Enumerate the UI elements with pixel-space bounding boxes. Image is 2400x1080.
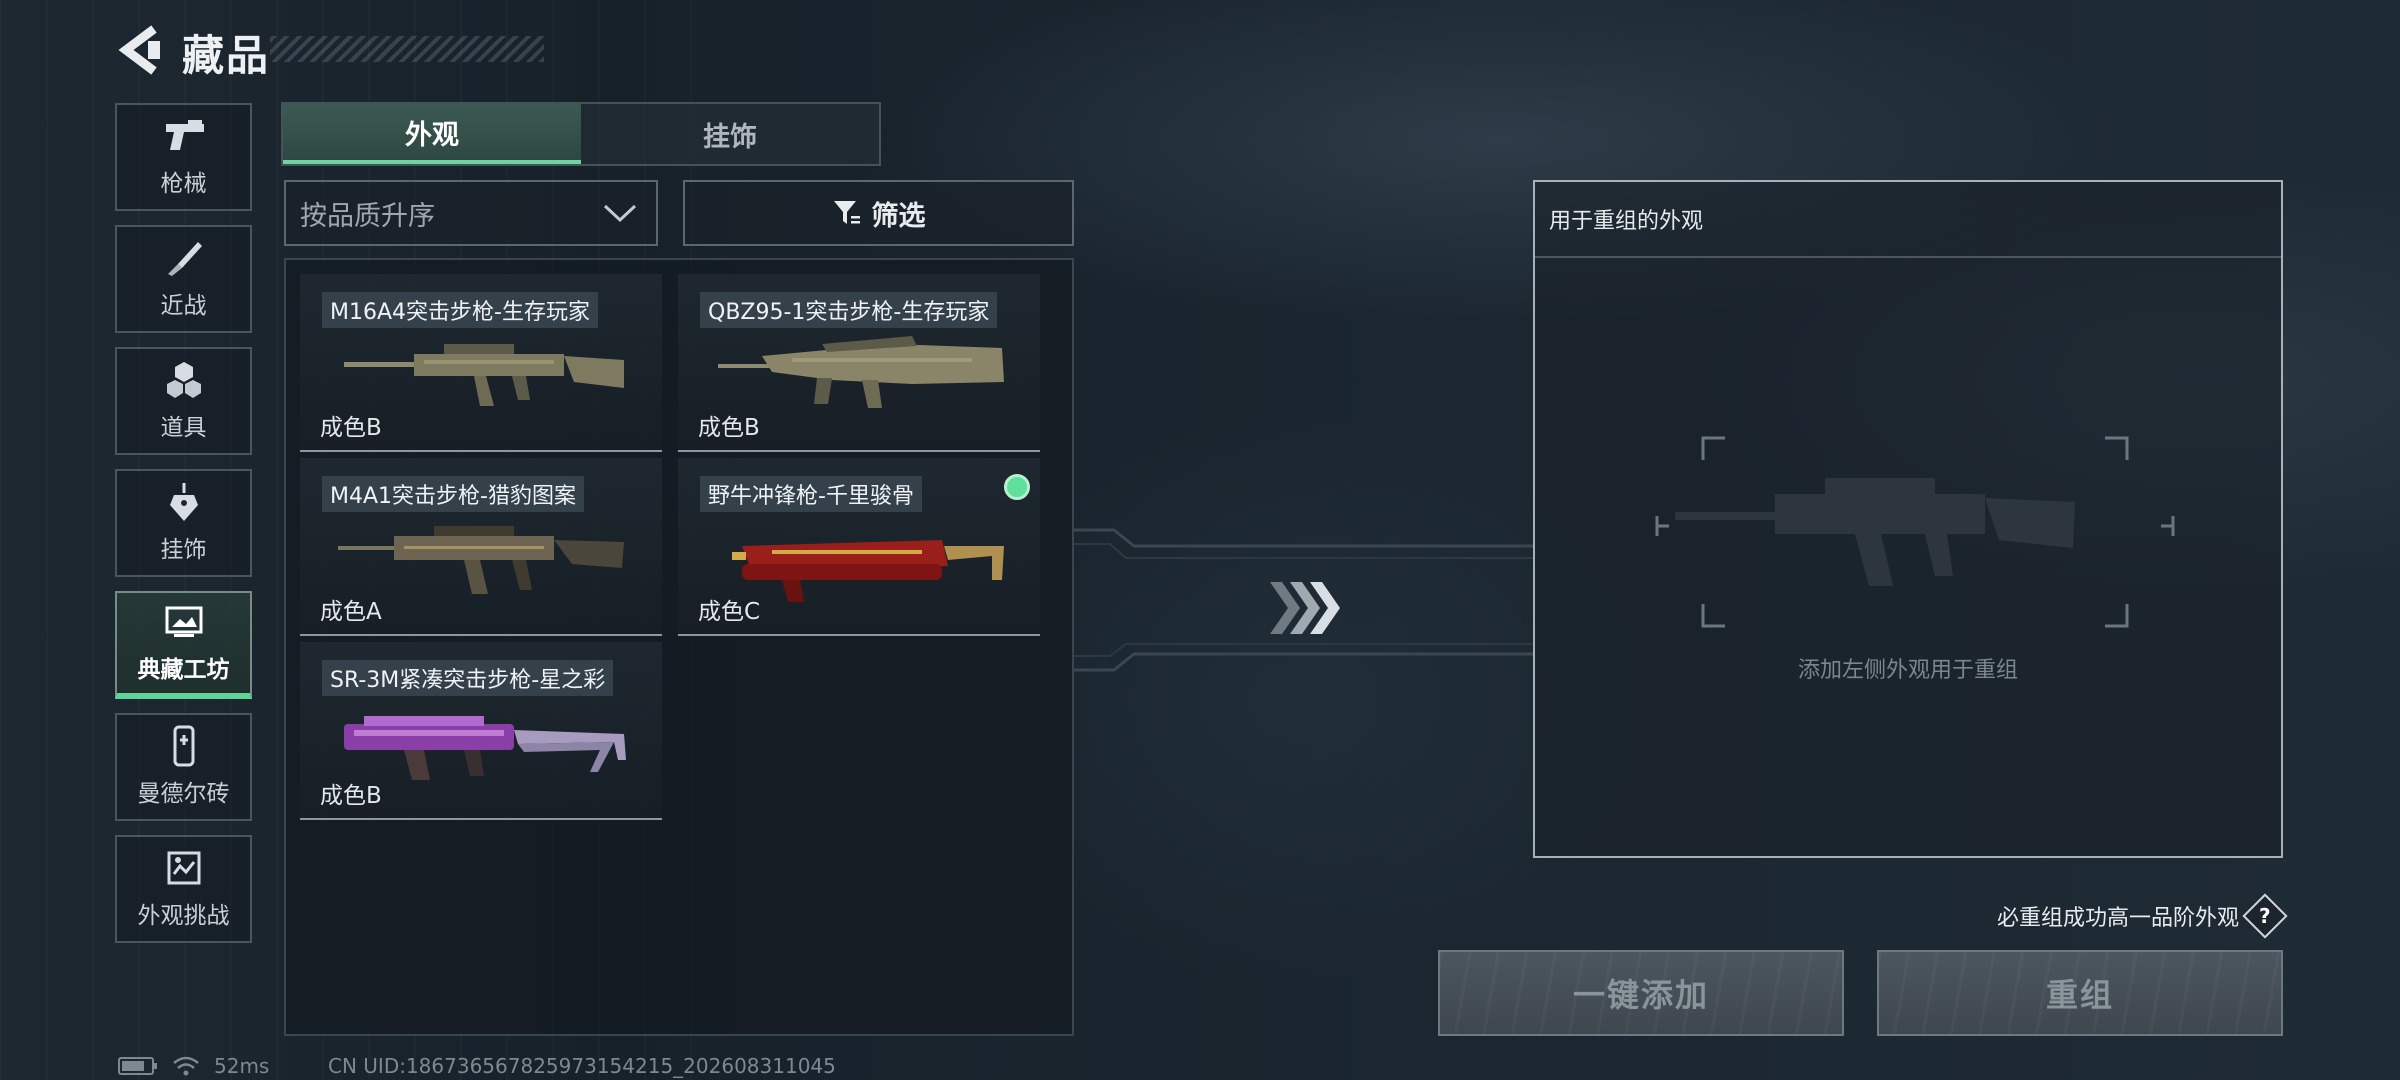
carbine-image: [338, 526, 624, 594]
filter-button[interactable]: 筛选: [683, 180, 1074, 246]
skin-card[interactable]: M16A4突击步枪-生存玩家 成色B: [300, 274, 662, 452]
sidebar-item-label: 枪械: [160, 171, 207, 197]
chevron-down-icon: [603, 204, 637, 223]
smg-image: [732, 540, 1004, 602]
skin-grade: 成色C: [698, 599, 761, 625]
charm-tag-icon: [162, 482, 206, 522]
sidebar: 枪械 近战 道具 挂饰 典藏工坊 曼德尔砖 外观挑战: [115, 103, 252, 957]
gallery-icon: [162, 602, 206, 642]
title-decoration: [270, 36, 544, 62]
skin-name: M16A4突击步枪-生存玩家: [322, 292, 598, 328]
add-all-label: 一键添加: [1572, 976, 1709, 1014]
sidebar-item-collection-workshop[interactable]: 典藏工坊: [115, 591, 252, 699]
ping-text: 52ms: [214, 1054, 270, 1078]
sidebar-item-guns[interactable]: 枪械: [115, 103, 252, 211]
skin-grade: 成色B: [320, 783, 382, 809]
filter-icon: [833, 201, 860, 224]
recombine-panel-title: 用于重组的外观: [1535, 182, 2281, 258]
transfer-connector: [1074, 528, 1534, 672]
brick-icon: [162, 725, 206, 767]
skin-grid: M16A4突击步枪-生存玩家 成色B QBZ95-1突击步枪-生存玩家 成色B …: [284, 258, 1074, 1036]
challenge-icon: [162, 848, 206, 888]
skin-name: SR-3M紧凑突击步枪-星之彩: [322, 660, 614, 696]
wifi-icon: [173, 1056, 199, 1076]
question-icon[interactable]: ?: [2242, 893, 2288, 939]
sidebar-item-melee[interactable]: 近战: [115, 225, 252, 333]
sidebar-item-props[interactable]: 道具: [115, 347, 252, 455]
skin-name: M4A1突击步枪-猎豹图案: [322, 476, 584, 512]
uid-text: CN UID:18673656782597315421​5_2026083110…: [328, 1054, 836, 1078]
skin-name: 野牛冲锋枪-千里骏骨: [700, 476, 922, 512]
empty-slot-hint: 添加左侧外观用于重组: [1797, 658, 2018, 683]
sidebar-item-mandel-brick[interactable]: 曼德尔砖: [115, 713, 252, 821]
owned-indicator: [1004, 474, 1030, 500]
sidebar-item-label: 近战: [160, 293, 207, 319]
skin-card[interactable]: M4A1突击步枪-猎豹图案 成色A: [300, 458, 662, 636]
compact-rifle-image: [344, 716, 626, 780]
recombine-panel[interactable]: 用于重组的外观 添加左侧外观用于重组: [1533, 180, 2283, 858]
skin-card[interactable]: 野牛冲锋枪-千里骏骨 成色C: [678, 458, 1040, 636]
empty-slot-rifle-icon: [1655, 436, 2175, 628]
sidebar-item-charms[interactable]: 挂饰: [115, 469, 252, 577]
add-all-button[interactable]: 一键添加: [1438, 950, 1844, 1036]
status-bar: 52ms: [118, 1054, 269, 1078]
battery-icon: [118, 1057, 157, 1075]
skin-grade: 成色B: [320, 415, 382, 441]
skin-name: QBZ95-1突击步枪-生存玩家: [700, 292, 998, 328]
sidebar-item-label: 典藏工坊: [137, 657, 230, 683]
sort-label: 按品质升序: [300, 200, 435, 232]
tab-charms[interactable]: 挂饰: [581, 104, 879, 164]
knife-icon: [162, 238, 206, 278]
guarantee-note: 必重组成功高一品阶外观 ?: [1996, 893, 2288, 939]
pistol-icon: [162, 116, 206, 156]
sidebar-item-label: 曼德尔砖: [137, 781, 230, 807]
skin-card[interactable]: QBZ95-1突击步枪-生存玩家 成色B: [678, 274, 1040, 452]
page-title: 藏品: [182, 31, 271, 80]
filter-label: 筛选: [871, 200, 926, 232]
skin-card[interactable]: SR-3M紧凑突击步枪-星之彩 成色B: [300, 642, 662, 820]
recombine-label: 重组: [2045, 976, 2114, 1014]
bullpup-rifle-image: [718, 336, 1004, 408]
sidebar-item-skin-challenge[interactable]: 外观挑战: [115, 835, 252, 943]
recombine-button[interactable]: 重组: [1877, 950, 2283, 1036]
tab-skins[interactable]: 外观: [283, 104, 581, 164]
guarantee-text: 必重组成功高一品阶外观: [1996, 906, 2239, 931]
forward-arrows-icon: [1270, 582, 1340, 634]
back-button[interactable]: [112, 22, 168, 78]
sidebar-item-label: 道具: [160, 415, 207, 441]
skin-grade: 成色B: [698, 415, 760, 441]
assault-rifle-image: [344, 344, 624, 406]
category-tabs: 外观 挂饰: [281, 102, 881, 166]
cubes-icon: [162, 360, 206, 400]
sidebar-item-label: 挂饰: [160, 537, 207, 563]
sidebar-item-label: 外观挑战: [137, 903, 230, 929]
sort-dropdown[interactable]: 按品质升序: [284, 180, 658, 246]
skin-grade: 成色A: [320, 599, 382, 625]
back-arrow-icon: [118, 25, 160, 75]
